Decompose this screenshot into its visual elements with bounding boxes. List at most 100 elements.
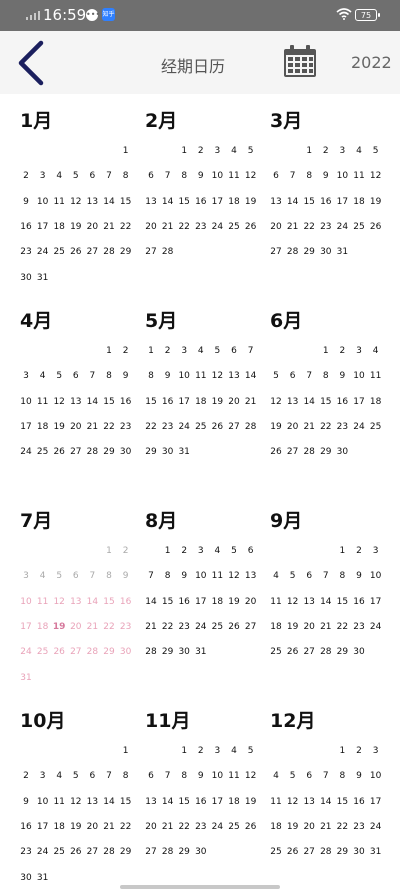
calendar-day[interactable]: 30 [334,446,350,458]
calendar-day[interactable]: 26 [268,446,284,458]
calendar-day[interactable]: 8 [176,170,192,182]
calendar-day[interactable]: 5 [368,145,384,157]
calendar-day[interactable]: 12 [68,796,84,808]
calendar-day[interactable]: 20 [301,821,317,833]
calendar-day[interactable]: 19 [285,621,301,633]
calendar-day[interactable]: 5 [51,370,67,382]
calendar-day[interactable]: 21 [318,821,334,833]
calendar-day[interactable]: 24 [209,821,225,833]
calendar-day[interactable]: 13 [268,196,284,208]
calendar-day[interactable]: 19 [51,621,67,633]
calendar-day[interactable]: 19 [368,196,384,208]
calendar-day[interactable]: 7 [301,370,317,382]
calendar-day[interactable]: 2 [160,345,176,357]
calendar-day[interactable]: 16 [18,821,34,833]
calendar-day[interactable]: 25 [351,221,367,233]
calendar-day[interactable]: 2 [18,770,34,782]
calendar-day[interactable]: 6 [285,370,301,382]
calendar-day[interactable]: 23 [318,221,334,233]
calendar-day[interactable]: 17 [368,596,384,608]
calendar-day[interactable]: 28 [285,246,301,258]
calendar-day[interactable]: 22 [318,421,334,433]
calendar-day[interactable]: 10 [18,396,34,408]
calendar-day[interactable]: 12 [285,796,301,808]
calendar-day[interactable]: 12 [68,196,84,208]
calendar-day[interactable]: 25 [193,421,209,433]
calendar-day[interactable]: 29 [160,646,176,658]
calendar-day[interactable]: 10 [368,770,384,782]
calendar-day[interactable]: 22 [334,821,350,833]
calendar-day[interactable]: 20 [268,221,284,233]
calendar-day[interactable]: 1 [160,545,176,557]
calendar-day[interactable]: 22 [143,421,159,433]
calendar-day[interactable]: 15 [101,396,117,408]
calendar-day[interactable]: 26 [285,846,301,858]
calendar-day[interactable]: 25 [268,646,284,658]
calendar-day[interactable]: 6 [84,770,100,782]
calendar-day[interactable]: 12 [268,396,284,408]
calendar-day[interactable]: 9 [193,170,209,182]
calendar-day[interactable]: 13 [301,796,317,808]
calendar-day[interactable]: 7 [318,770,334,782]
calendar-day[interactable]: 7 [160,170,176,182]
calendar-day[interactable]: 14 [160,196,176,208]
calendar-day[interactable]: 5 [51,570,67,582]
calendar-day[interactable]: 3 [368,545,384,557]
calendar-day[interactable]: 17 [368,796,384,808]
calendar-day[interactable]: 11 [51,196,67,208]
calendar-day[interactable]: 15 [318,396,334,408]
calendar-day[interactable]: 29 [301,246,317,258]
calendar-day[interactable]: 7 [101,170,117,182]
calendar-day[interactable]: 11 [268,596,284,608]
calendar-day[interactable]: 8 [334,570,350,582]
calendar-day[interactable]: 10 [18,596,34,608]
calendar-day[interactable]: 21 [301,421,317,433]
calendar-day[interactable]: 29 [334,646,350,658]
calendar-day[interactable]: 13 [226,370,242,382]
calendar-day[interactable]: 25 [268,846,284,858]
calendar-day[interactable]: 11 [51,796,67,808]
calendar-day[interactable]: 22 [301,221,317,233]
calendar-day[interactable]: 23 [18,246,34,258]
calendar-day[interactable]: 23 [176,621,192,633]
calendar-day[interactable]: 9 [193,770,209,782]
calendar-day[interactable]: 4 [35,570,51,582]
calendar-day[interactable]: 28 [101,846,117,858]
calendar-day[interactable]: 25 [209,621,225,633]
calendar-day[interactable]: 24 [193,621,209,633]
calendar-day[interactable]: 7 [101,770,117,782]
calendar-day[interactable]: 19 [285,821,301,833]
calendar-day[interactable]: 10 [334,170,350,182]
calendar-day[interactable]: 15 [101,596,117,608]
calendar-day[interactable]: 3 [35,170,51,182]
calendar-day[interactable]: 23 [18,846,34,858]
calendar-day[interactable]: 21 [101,821,117,833]
calendar-day[interactable]: 21 [318,621,334,633]
calendar-day[interactable]: 13 [84,796,100,808]
calendar-day[interactable]: 22 [334,621,350,633]
calendar-day[interactable]: 23 [193,821,209,833]
calendar-day[interactable]: 26 [68,846,84,858]
calendar-day[interactable]: 27 [268,246,284,258]
calendar-day[interactable]: 15 [160,596,176,608]
calendar-day[interactable]: 14 [101,796,117,808]
calendar-day[interactable]: 4 [51,770,67,782]
calendar-day[interactable]: 31 [35,272,51,284]
calendar-day[interactable]: 12 [368,170,384,182]
calendar-day[interactable]: 20 [84,221,100,233]
calendar-day[interactable]: 5 [268,370,284,382]
calendar-day[interactable]: 20 [143,821,159,833]
calendar-day[interactable]: 13 [143,796,159,808]
calendar-day[interactable]: 28 [160,246,176,258]
calendar-day[interactable]: 10 [176,370,192,382]
calendar-day[interactable]: 11 [351,170,367,182]
calendar-day[interactable]: 10 [209,770,225,782]
calendar-day[interactable]: 30 [318,246,334,258]
calendar-day[interactable]: 30 [18,872,34,884]
calendar-day[interactable]: 14 [84,596,100,608]
calendar-day[interactable]: 14 [160,796,176,808]
calendar-day[interactable]: 9 [334,370,350,382]
calendar-day[interactable]: 10 [193,570,209,582]
calendar-day[interactable]: 12 [51,396,67,408]
calendar-day[interactable]: 9 [318,170,334,182]
